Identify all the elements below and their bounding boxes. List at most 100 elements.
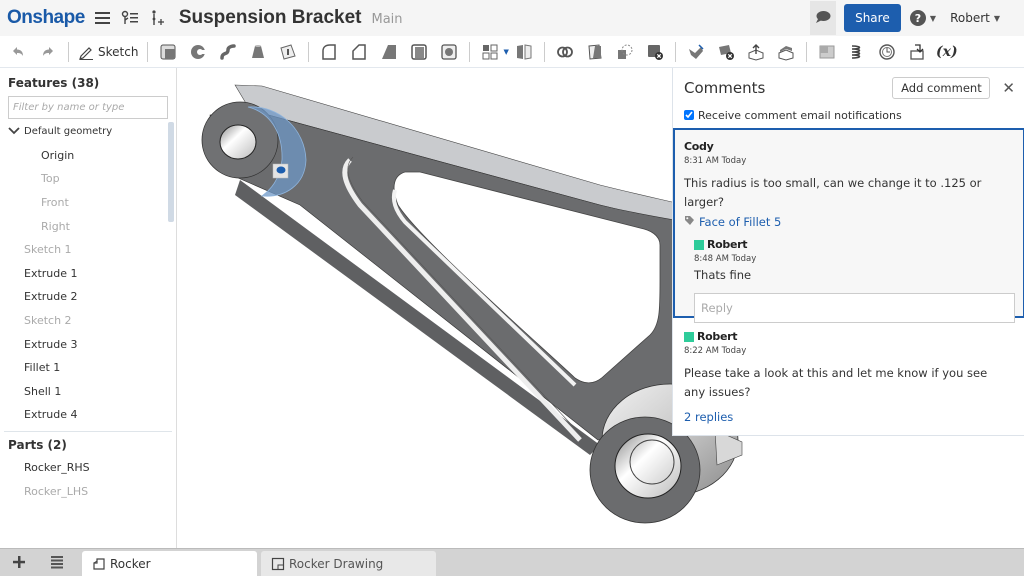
comment-thread[interactable]: Robert 8:22 AM Today Please take a look … [673,318,1024,436]
pattern-icon[interactable] [478,40,502,64]
feature-item[interactable]: Extrude 3 [0,332,176,356]
fillet-icon[interactable] [317,40,341,64]
draft-icon[interactable] [377,40,401,64]
list-icon [51,556,63,569]
thicken-icon[interactable] [276,40,300,64]
notify-label: Receive comment email notifications [698,108,902,122]
comment-icon [815,9,831,28]
tab-manager-button[interactable] [38,548,76,576]
comment-author: Cody [684,140,714,153]
default-geometry-item[interactable]: Origin [0,144,176,168]
tag-icon [684,215,695,229]
add-comment-button[interactable]: Add comment [892,77,991,99]
reply-time: 8:48 AM Today [694,254,757,264]
modify-fillet-icon[interactable] [684,40,708,64]
toolbar-divider [147,41,149,62]
plane-icon[interactable] [815,40,839,64]
default-geometry-label: Default geometry [24,126,113,138]
default-geometry-group[interactable]: Default geometry [0,120,176,144]
tab-bar: Rocker Rocker Drawing [0,548,1024,576]
author-color-swatch [694,239,704,250]
feature-item[interactable]: Sketch 2 [0,309,176,333]
top-left-boss-hole [219,124,257,160]
referenced-entity-link[interactable]: Face of Fillet 5 [684,215,1014,229]
mirror-icon[interactable] [512,40,536,64]
transform-icon[interactable] [613,40,637,64]
default-geometry-item[interactable]: Right [0,214,176,238]
chevron-down-icon[interactable] [8,125,20,138]
feature-items: Sketch 1 Extrude 1 Extrude 2 Sketch 2 Extrud… [0,238,176,427]
part-items: Rocker_RHS Rocker_LHS [0,456,176,503]
insert-icon[interactable] [149,9,165,27]
loft-icon[interactable] [246,40,270,64]
part-item-label: Rocker_LHS [24,484,89,498]
chamfer-icon[interactable] [347,40,371,64]
revolve-icon[interactable] [186,40,210,64]
user-menu[interactable]: Robert ▼ [950,11,1000,25]
import-icon[interactable] [905,40,929,64]
tab-rocker-drawing[interactable]: Rocker Drawing [261,551,436,576]
default-geometry-item[interactable]: Front [0,191,176,215]
feature-item[interactable]: Shell 1 [0,380,176,404]
part-item[interactable]: Rocker_LHS [0,479,176,503]
shell-icon[interactable] [407,40,431,64]
onshape-logo[interactable]: Onshape [7,7,85,29]
mate-connector-icon[interactable] [875,40,899,64]
boolean-icon[interactable] [553,40,577,64]
notify-checkbox[interactable] [684,110,694,120]
default-geometry-item[interactable]: Top [0,167,176,191]
share-button[interactable]: Share [843,4,901,32]
redo-icon[interactable] [36,40,60,64]
sweep-icon[interactable] [216,40,240,64]
delete-part-icon[interactable] [643,40,667,64]
default-geometry-list: Origin Top Front Right [0,144,176,238]
feature-item[interactable]: Fillet 1 [0,356,176,380]
sketch-label: Sketch [98,44,139,59]
feature-item[interactable]: Sketch 1 [0,238,176,262]
part-item[interactable]: Rocker_RHS [0,456,176,480]
email-notifications-checkbox[interactable]: Receive comment email notifications [673,108,1024,122]
pencil-icon [79,46,93,60]
delete-face-icon[interactable] [714,40,738,64]
replies-link[interactable]: 2 replies [684,410,1013,424]
document-title[interactable]: Suspension Bracket [179,7,362,29]
variable-icon[interactable]: (x) [935,40,959,64]
feature-list-scrollbar[interactable] [168,122,174,222]
feature-filter-input[interactable] [8,96,168,119]
help-menu[interactable]: ? ▼ [909,10,936,26]
feature-item-label: Sketch 2 [24,314,72,328]
feature-toolbar: Sketch ▼ (x) [0,36,1024,68]
hole-icon[interactable] [437,40,461,64]
tab-label: Rocker [110,556,151,571]
referenced-entity-label: Face of Fillet 5 [699,215,782,229]
move-face-icon[interactable] [744,40,768,64]
tab-rocker[interactable]: Rocker [82,551,257,576]
split-icon[interactable] [583,40,607,64]
close-icon[interactable]: ✕ [1002,79,1015,97]
feature-item[interactable]: Extrude 1 [0,262,176,286]
feature-item-label: Shell 1 [24,384,62,398]
feature-item[interactable]: Extrude 2 [0,285,176,309]
pattern-dropdown-icon[interactable]: ▼ [503,48,508,56]
menu-icon[interactable] [94,11,111,25]
reply-author: Robert [694,238,1014,251]
comments-toggle-button[interactable] [809,1,836,35]
comments-title: Comments [684,79,766,97]
feature-item-label: Fillet 1 [24,361,61,375]
toolbar-divider [469,41,471,62]
comment-time: 8:31 AM Today [684,156,747,166]
replace-face-icon[interactable] [774,40,798,64]
add-tab-button[interactable] [0,548,38,576]
comment-thread-selected[interactable]: Cody 8:31 AM Today This radius is too sm… [673,128,1024,323]
reply-input[interactable] [694,293,1015,323]
part-studio-icon [93,557,105,570]
extrude-icon[interactable] [156,40,180,64]
sketch-button[interactable]: Sketch [78,44,138,60]
feature-item[interactable]: Extrude 4 [0,403,176,427]
features-title: Features (38) [8,76,100,90]
branch-label[interactable]: Main [371,12,402,27]
version-graph-icon[interactable] [121,10,139,26]
helix-icon[interactable] [845,40,869,64]
toolbar-divider [543,41,545,62]
undo-icon[interactable] [6,40,30,64]
